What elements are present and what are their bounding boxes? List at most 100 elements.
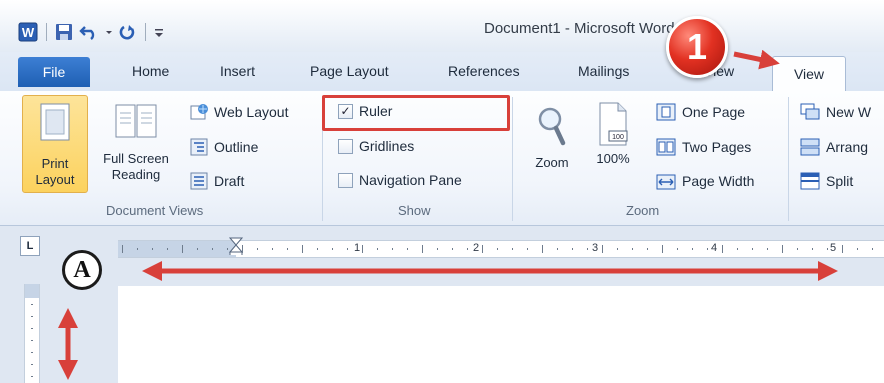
split-button[interactable]: Split [800, 172, 853, 190]
ruler-tick [662, 245, 663, 253]
ruler-tick [332, 248, 333, 250]
navigation-pane-check-icon[interactable] [338, 172, 353, 188]
redo-icon[interactable] [119, 23, 137, 41]
ruler-left-margin [118, 241, 236, 257]
zoom-label: Zoom [535, 155, 569, 170]
ruler-tick [812, 248, 813, 250]
svg-text:100: 100 [612, 134, 624, 141]
ruler-tick [542, 245, 543, 253]
gridlines-check-icon[interactable] [338, 138, 353, 154]
ruler-tick [512, 248, 513, 250]
ruler-tick [227, 248, 228, 250]
ruler-tick [317, 248, 318, 250]
full-screen-reading-button[interactable]: Full Screen Reading [90, 101, 182, 183]
save-icon[interactable] [55, 23, 73, 41]
tab-view[interactable]: View [772, 56, 846, 93]
new-window-icon [800, 103, 820, 120]
ruler-number: 2 [473, 242, 480, 254]
magnifier-icon [538, 107, 566, 146]
ruler-number: 1 [354, 242, 361, 254]
zoom-button[interactable]: Zoom [524, 105, 580, 171]
show-group-label: Show [398, 203, 431, 218]
tab-selector-button[interactable]: L [20, 236, 40, 256]
quick-access-toolbar: W [18, 22, 164, 42]
web-layout-button[interactable]: Web Layout [190, 103, 288, 121]
horizontal-ruler[interactable]: 1 2 3 4 5 [118, 237, 884, 258]
dropdown-arrow-icon[interactable] [105, 23, 113, 41]
outline-label: Outline [214, 139, 259, 155]
zoom-100-button[interactable]: 100 100% [590, 101, 636, 167]
group-separator [512, 97, 513, 221]
tab-file[interactable]: File [18, 57, 90, 87]
ruler-tick [827, 248, 828, 250]
ruler-tick [857, 248, 858, 250]
ruler-tick [452, 248, 453, 250]
tab-references[interactable]: References [448, 63, 520, 79]
ruler-tick [722, 245, 723, 253]
ruler-tick [602, 245, 603, 253]
ruler-tick [31, 316, 33, 317]
vertical-ruler[interactable] [24, 284, 40, 383]
ruler-tick [407, 248, 408, 250]
ruler-tick [31, 304, 33, 305]
qat-separator [145, 23, 146, 41]
indent-marker-icon[interactable] [229, 237, 243, 255]
ruler-tick [257, 248, 258, 250]
ruler-tick [212, 248, 213, 250]
callout-a-badge: A [62, 250, 102, 290]
ruler-tick [677, 248, 678, 250]
ruler-tick [31, 364, 33, 365]
document-page[interactable] [118, 286, 884, 383]
print-layout-label-line1: Print [41, 156, 69, 171]
tab-home[interactable]: Home [132, 63, 169, 79]
ruler-tick [557, 248, 558, 250]
ruler-tick [842, 245, 843, 253]
undo-icon[interactable] [79, 23, 99, 41]
draft-label: Draft [214, 173, 245, 189]
page-width-button[interactable]: Page Width [656, 172, 754, 190]
ruler-tick [797, 248, 798, 250]
ruler-tick [31, 340, 33, 341]
print-layout-label-line2: Layout [35, 172, 75, 187]
arrange-all-icon [800, 138, 820, 156]
ruler-tick [31, 352, 33, 353]
ruler-tick [362, 245, 363, 253]
split-icon [800, 172, 820, 190]
draft-button[interactable]: Draft [190, 172, 244, 190]
draft-icon [190, 172, 208, 190]
two-pages-button[interactable]: Two Pages [656, 138, 751, 156]
ruler-tick [422, 245, 423, 253]
arrange-all-button[interactable]: Arrang [800, 138, 868, 156]
qat-separator [46, 23, 47, 41]
gridlines-label: Gridlines [359, 138, 415, 154]
navigation-pane-checkbox[interactable]: Navigation Pane [338, 172, 462, 188]
tab-mailings[interactable]: Mailings [578, 63, 629, 79]
ruler-tick [737, 248, 738, 250]
new-window-label: New W [826, 104, 872, 120]
vertical-ruler-top-margin [25, 284, 39, 298]
ruler-tick [767, 248, 768, 250]
two-pages-icon [656, 138, 676, 156]
arrange-all-label: Arrang [826, 139, 869, 155]
print-layout-button[interactable]: Print Layout [22, 95, 88, 193]
one-page-button[interactable]: One Page [656, 103, 745, 121]
tab-insert[interactable]: Insert [220, 63, 255, 79]
full-screen-reading-icon [115, 104, 157, 138]
ruler-tick [692, 248, 693, 250]
tab-page-layout[interactable]: Page Layout [310, 63, 389, 79]
ruler-tick [617, 248, 618, 250]
window-title: Document1 - Microsoft Word [484, 20, 675, 37]
page-width-label: Page Width [682, 173, 755, 189]
ruler-tick [482, 245, 483, 253]
ribbon-tabs: File Home Insert Page Layout References … [0, 52, 884, 93]
new-window-button[interactable]: New W [800, 103, 871, 121]
ruler-tick [31, 376, 33, 377]
ruler-number: 5 [830, 242, 837, 254]
customize-qat-icon[interactable] [154, 23, 164, 41]
outline-button[interactable]: Outline [190, 138, 258, 156]
gridlines-checkbox[interactable]: Gridlines [338, 138, 414, 154]
ruler-tick [31, 328, 33, 329]
callout-1-badge: 1 [666, 16, 728, 78]
word-icon[interactable]: W [18, 22, 38, 42]
ruler-tick [347, 248, 348, 250]
